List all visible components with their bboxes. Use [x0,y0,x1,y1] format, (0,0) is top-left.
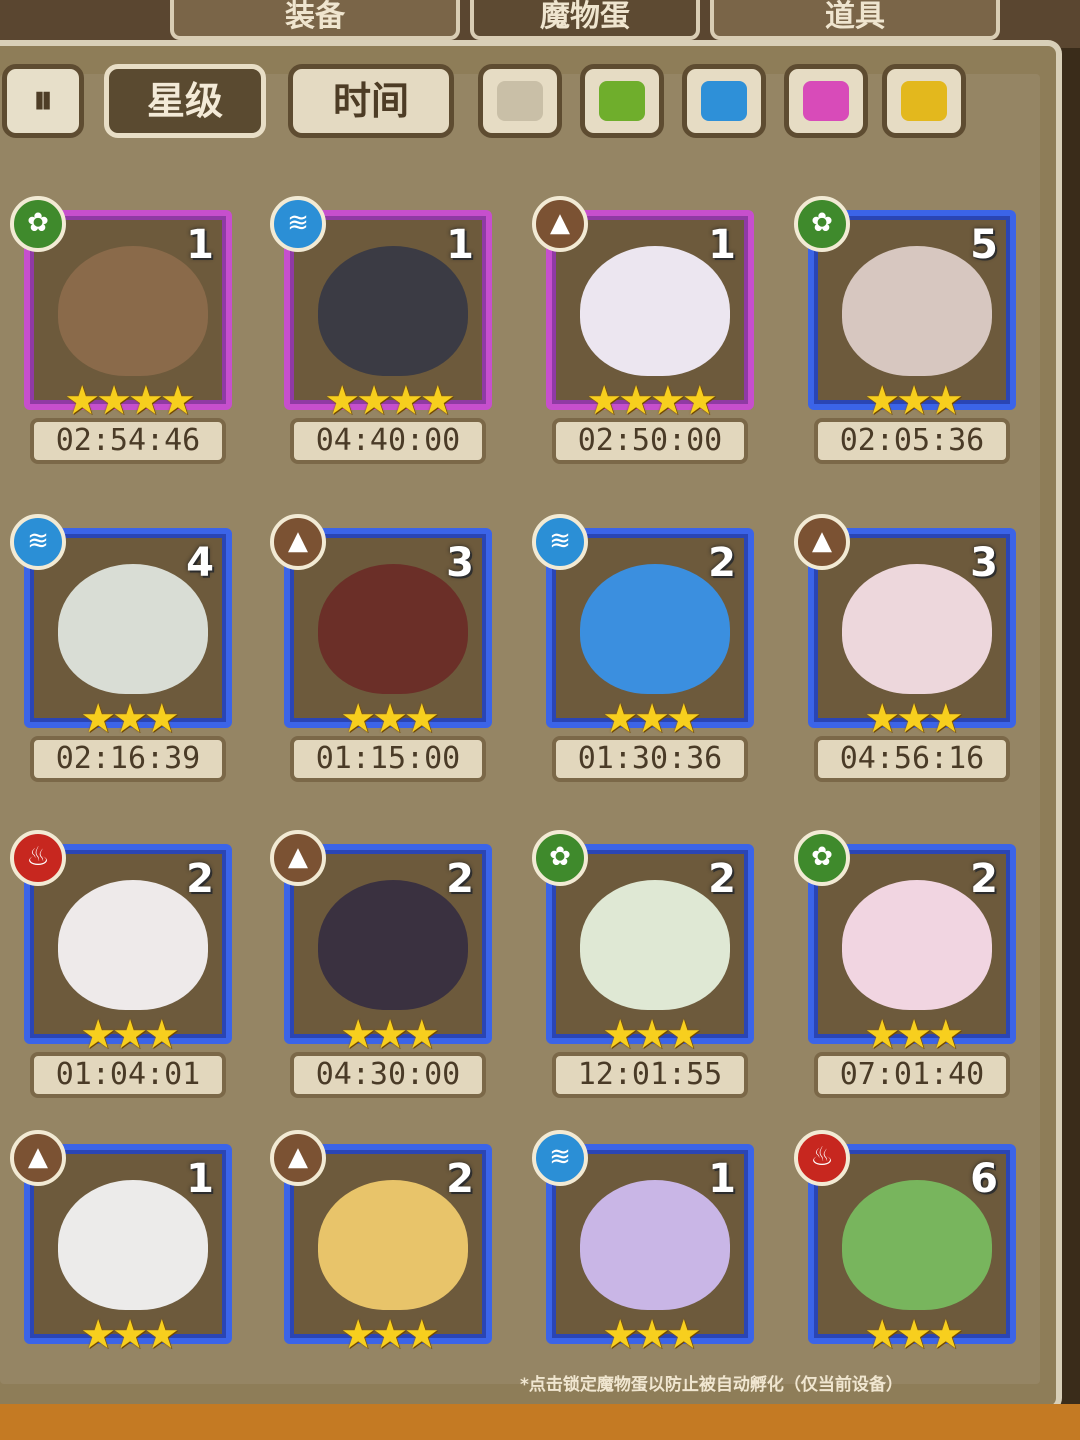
star-rating-3: ★★★ [80,1312,180,1358]
sort-order-button[interactable]: ⏸ [2,64,84,138]
hatch-timer: 02:50:00 [552,418,748,464]
egg-level: 1 [186,222,214,268]
fire-element-icon: ♨ [10,830,66,886]
color-swatch-yellow [901,81,947,121]
earth-element-icon: ▲ [270,1130,326,1186]
egg-card[interactable]: 1 ★★★★ ✿ 02:54:46 [10,196,244,476]
grass-element-icon: ✿ [794,830,850,886]
egg-card[interactable]: 5 ★★★ ✿ 02:05:36 [794,196,1028,476]
color-swatch-blue [701,81,747,121]
hatch-timer: 04:30:00 [290,1052,486,1098]
egg-card[interactable]: 1 ★★★★ ≋ 04:40:00 [270,196,504,476]
hatch-timer: 07:01:40 [814,1052,1010,1098]
bottom-bar [0,1404,1080,1440]
egg-card[interactable]: 3 ★★★ ▲ 04:56:16 [794,514,1028,794]
egg-card[interactable]: 2 ★★★ ▲ 04:30:00 [270,830,504,1110]
filter-color-yellow-button[interactable] [882,64,966,138]
color-swatch-pink [803,81,849,121]
tab-monster-eggs[interactable]: 魔物蛋 [470,0,700,40]
egg-level: 3 [446,540,474,586]
earth-element-icon: ▲ [794,514,850,570]
water-element-icon: ≋ [532,514,588,570]
star-rating-3: ★★★ [602,1312,702,1358]
egg-level: 4 [186,540,214,586]
fire-element-icon: ♨ [794,1130,850,1186]
hatch-timer: 12:01:55 [552,1052,748,1098]
egg-level: 2 [708,856,736,902]
egg-level: 2 [970,856,998,902]
egg-card[interactable]: 6 ★★★ ♨ [794,1130,1028,1410]
egg-card[interactable]: 2 ★★★ ≋ 01:30:36 [532,514,766,794]
egg-level: 1 [708,222,736,268]
earth-element-icon: ▲ [270,514,326,570]
egg-card[interactable]: 3 ★★★ ▲ 01:15:00 [270,514,504,794]
egg-card[interactable]: 2 ★★★ ♨ 01:04:01 [10,830,244,1110]
egg-level: 1 [446,222,474,268]
water-element-icon: ≋ [10,514,66,570]
egg-card[interactable]: 1 ★★★ ≋ [532,1130,766,1410]
egg-level: 1 [186,1156,214,1202]
filter-time-button[interactable]: 时间 [288,64,454,138]
sort-toggle-icon: ⏸ [33,77,53,123]
egg-card[interactable]: 1 ★★★★ ▲ 02:50:00 [532,196,766,476]
filter-star-button[interactable]: 星级 [104,64,266,138]
auto-hatch-footnote: *点击锁定魔物蛋以防止被自动孵化（仅当前设备） [520,1375,903,1395]
hatch-timer: 01:15:00 [290,736,486,782]
water-element-icon: ≋ [532,1130,588,1186]
grass-element-icon: ✿ [794,196,850,252]
egg-level: 5 [970,222,998,268]
egg-card[interactable]: 1 ★★★ ▲ [10,1130,244,1410]
hatch-timer: 01:30:36 [552,736,748,782]
hatch-timer: 01:04:01 [30,1052,226,1098]
earth-element-icon: ▲ [532,196,588,252]
filter-color-blue-button[interactable] [682,64,766,138]
egg-level: 2 [446,1156,474,1202]
earth-element-icon: ▲ [270,830,326,886]
egg-level: 1 [708,1156,736,1202]
grass-element-icon: ✿ [10,196,66,252]
color-swatch-gray [497,81,543,121]
egg-level: 2 [446,856,474,902]
egg-level: 2 [708,540,736,586]
egg-card[interactable]: 2 ★★★ ✿ 07:01:40 [794,830,1028,1110]
earth-element-icon: ▲ [10,1130,66,1186]
hatch-timer: 04:56:16 [814,736,1010,782]
filter-color-pink-button[interactable] [784,64,868,138]
star-rating-3: ★★★ [864,1312,964,1358]
hatch-timer: 04:40:00 [290,418,486,464]
hatch-timer: 02:54:46 [30,418,226,464]
egg-level: 6 [970,1156,998,1202]
hatch-timer: 02:16:39 [30,736,226,782]
filter-color-gray-button[interactable] [478,64,562,138]
filter-color-green-button[interactable] [580,64,664,138]
grass-element-icon: ✿ [532,830,588,886]
star-rating-3: ★★★ [340,1312,440,1358]
hatch-timer: 02:05:36 [814,418,1010,464]
egg-card[interactable]: 4 ★★★ ≋ 02:16:39 [10,514,244,794]
egg-level: 3 [970,540,998,586]
tab-equipment[interactable]: 装备 [170,0,460,40]
color-swatch-green [599,81,645,121]
egg-card[interactable]: 2 ★★★ ✿ 12:01:55 [532,830,766,1110]
water-element-icon: ≋ [270,196,326,252]
egg-level: 2 [186,856,214,902]
tab-items[interactable]: 道具 [710,0,1000,40]
egg-card[interactable]: 2 ★★★ ▲ [270,1130,504,1410]
